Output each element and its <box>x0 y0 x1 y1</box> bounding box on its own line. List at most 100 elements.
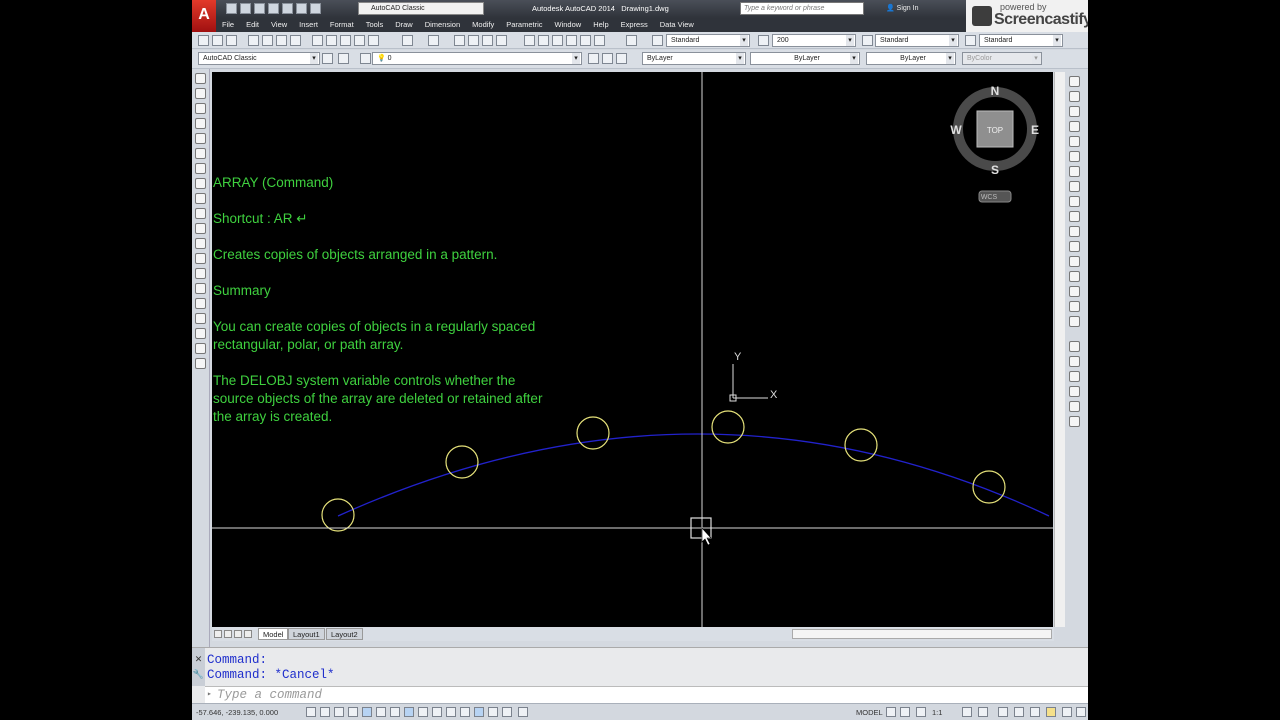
undo-icon[interactable] <box>402 35 413 46</box>
annotation-scale-icon[interactable] <box>916 707 926 717</box>
zoom-realtime-icon[interactable] <box>468 35 479 46</box>
array-circle[interactable] <box>972 470 1006 504</box>
send-back-icon[interactable] <box>1069 371 1080 382</box>
hardware-acceleration-icon[interactable] <box>1046 707 1056 717</box>
viewcube[interactable]: TOP N S E W WCS <box>950 84 1039 203</box>
open-icon[interactable] <box>240 3 251 14</box>
lock-ui-icon[interactable] <box>1014 707 1024 717</box>
ellipse-arc-icon[interactable] <box>195 223 206 234</box>
array-circle[interactable] <box>321 498 355 532</box>
quickcalc-icon[interactable] <box>594 35 605 46</box>
block-editor-icon[interactable] <box>368 35 379 46</box>
tab-model[interactable]: Model <box>258 628 289 640</box>
transparency-icon[interactable] <box>460 707 470 717</box>
sheet-set-icon[interactable] <box>566 35 577 46</box>
quick-view-drawings-icon[interactable] <box>900 707 910 717</box>
design-center-icon[interactable] <box>538 35 549 46</box>
clean-screen-icon[interactable] <box>1076 707 1086 717</box>
color-select[interactable]: ByLayer <box>642 52 746 65</box>
mirror-icon[interactable] <box>1069 106 1080 117</box>
lineweight-icon[interactable] <box>446 707 456 717</box>
table-style-select[interactable]: Standard <box>875 34 959 47</box>
array-circle[interactable] <box>711 410 745 444</box>
undo-icon[interactable] <box>296 3 307 14</box>
customize-icon[interactable]: 🔧 <box>192 669 205 680</box>
array-icon[interactable] <box>1069 136 1080 147</box>
sign-in-button[interactable]: 👤 Sign In <box>886 4 918 12</box>
move-icon[interactable] <box>1069 151 1080 162</box>
3d-object-snap-icon[interactable] <box>390 707 400 717</box>
coordinate-readout[interactable]: -57.646, -239.135, 0.000 <box>196 708 278 717</box>
markup-icon[interactable] <box>580 35 591 46</box>
tool-palettes-icon[interactable] <box>552 35 563 46</box>
menu-insert[interactable]: Insert <box>293 18 324 32</box>
bring-front-icon[interactable] <box>1069 356 1080 367</box>
workspace-select[interactable]: AutoCAD Classic <box>198 52 320 65</box>
command-window-handle[interactable]: ✕ 🔧 <box>192 648 205 686</box>
linetype-select[interactable]: ByLayer <box>750 52 860 65</box>
menu-edit[interactable]: Edit <box>240 18 265 32</box>
menu-format[interactable]: Format <box>324 18 360 32</box>
menu-data-view[interactable]: Data View <box>654 18 700 32</box>
model-space-toggle[interactable]: MODEL <box>856 708 883 717</box>
annotation-monitor-icon[interactable] <box>502 707 512 717</box>
make-block-icon[interactable] <box>195 253 206 264</box>
ortho-mode-icon[interactable] <box>348 707 358 717</box>
dimension-style-icon[interactable] <box>758 35 769 46</box>
first-tab-icon[interactable] <box>214 630 222 638</box>
circle-icon[interactable] <box>195 163 206 174</box>
viewcube-west[interactable]: W <box>950 123 962 137</box>
cut-icon[interactable] <box>312 35 323 46</box>
last-tab-icon[interactable] <box>244 630 252 638</box>
multileader-style-select[interactable]: Standard <box>979 34 1063 47</box>
menu-draw[interactable]: Draw <box>389 18 419 32</box>
pan-icon[interactable] <box>454 35 465 46</box>
line-icon[interactable] <box>195 73 206 84</box>
make-current-layer-icon[interactable] <box>588 53 599 64</box>
copy-icon[interactable] <box>326 35 337 46</box>
layer-select[interactable]: 💡 0 <box>372 52 582 65</box>
drawing-area[interactable]: ARRAY (Command) Shortcut : AR ↵ Creates … <box>212 72 1053 627</box>
zoom-previous-icon[interactable] <box>496 35 507 46</box>
3d-dwf-icon[interactable] <box>290 35 301 46</box>
blend-icon[interactable] <box>1069 301 1080 312</box>
properties-icon[interactable] <box>524 35 535 46</box>
offset-icon[interactable] <box>1069 121 1080 132</box>
menu-modify[interactable]: Modify <box>466 18 500 32</box>
construction-line-icon[interactable] <box>195 88 206 99</box>
status-bar-menu-icon[interactable] <box>1062 707 1072 717</box>
explode-icon[interactable] <box>1069 316 1080 327</box>
join-icon[interactable] <box>1069 256 1080 267</box>
draw-order-menu-icon[interactable] <box>1069 416 1080 427</box>
plot-style-select[interactable]: ByColor <box>962 52 1042 65</box>
workspace-switcher[interactable]: AutoCAD Classic <box>358 2 484 15</box>
polyline-icon[interactable] <box>195 103 206 114</box>
match-properties-icon[interactable] <box>354 35 365 46</box>
grid-display-icon[interactable] <box>334 707 344 717</box>
gradient-icon[interactable] <box>195 298 206 309</box>
layer-previous-icon[interactable] <box>602 53 613 64</box>
menu-express[interactable]: Express <box>615 18 654 32</box>
menu-dimension[interactable]: Dimension <box>419 18 466 32</box>
save-as-icon[interactable] <box>268 3 279 14</box>
multileader-style-icon[interactable] <box>965 35 976 46</box>
previous-tab-icon[interactable] <box>224 630 232 638</box>
table-icon[interactable] <box>195 328 206 339</box>
object-snap-tracking-icon[interactable] <box>404 707 414 717</box>
menu-help[interactable]: Help <box>587 18 614 32</box>
workspace-switching-icon[interactable] <box>998 707 1008 717</box>
auto-scale-icon[interactable] <box>978 707 988 717</box>
layer-properties-icon[interactable] <box>338 53 349 64</box>
viewcube-east[interactable]: E <box>1031 123 1039 137</box>
zoom-window-icon[interactable] <box>482 35 493 46</box>
workspace-settings-icon[interactable] <box>322 53 333 64</box>
menu-view[interactable]: View <box>265 18 293 32</box>
scale-icon[interactable] <box>1069 181 1080 192</box>
arc-icon[interactable] <box>195 148 206 159</box>
stretch-icon[interactable] <box>1069 196 1080 207</box>
array-circle[interactable] <box>844 428 878 462</box>
lineweight-select[interactable]: ByLayer <box>866 52 956 65</box>
tab-layout1[interactable]: Layout1 <box>288 628 325 640</box>
hatch-icon[interactable] <box>195 283 206 294</box>
infer-constraints-icon[interactable] <box>306 707 316 717</box>
